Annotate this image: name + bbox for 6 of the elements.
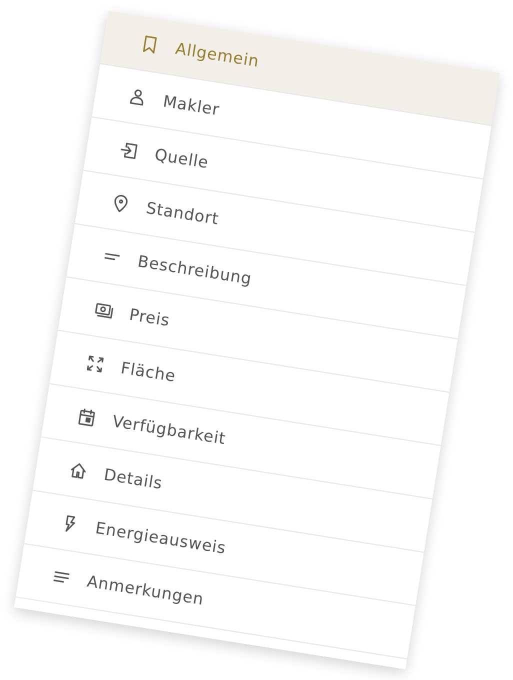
menu-item[interactable]: Preis <box>127 304 171 330</box>
menu-item[interactable]: Details <box>102 464 164 493</box>
menu-item[interactable]: Quelle <box>152 144 210 172</box>
menu-item[interactable]: Fläche <box>119 358 177 386</box>
menu-item[interactable]: Standort <box>144 198 220 228</box>
menu-item[interactable]: Makler <box>161 92 220 120</box>
